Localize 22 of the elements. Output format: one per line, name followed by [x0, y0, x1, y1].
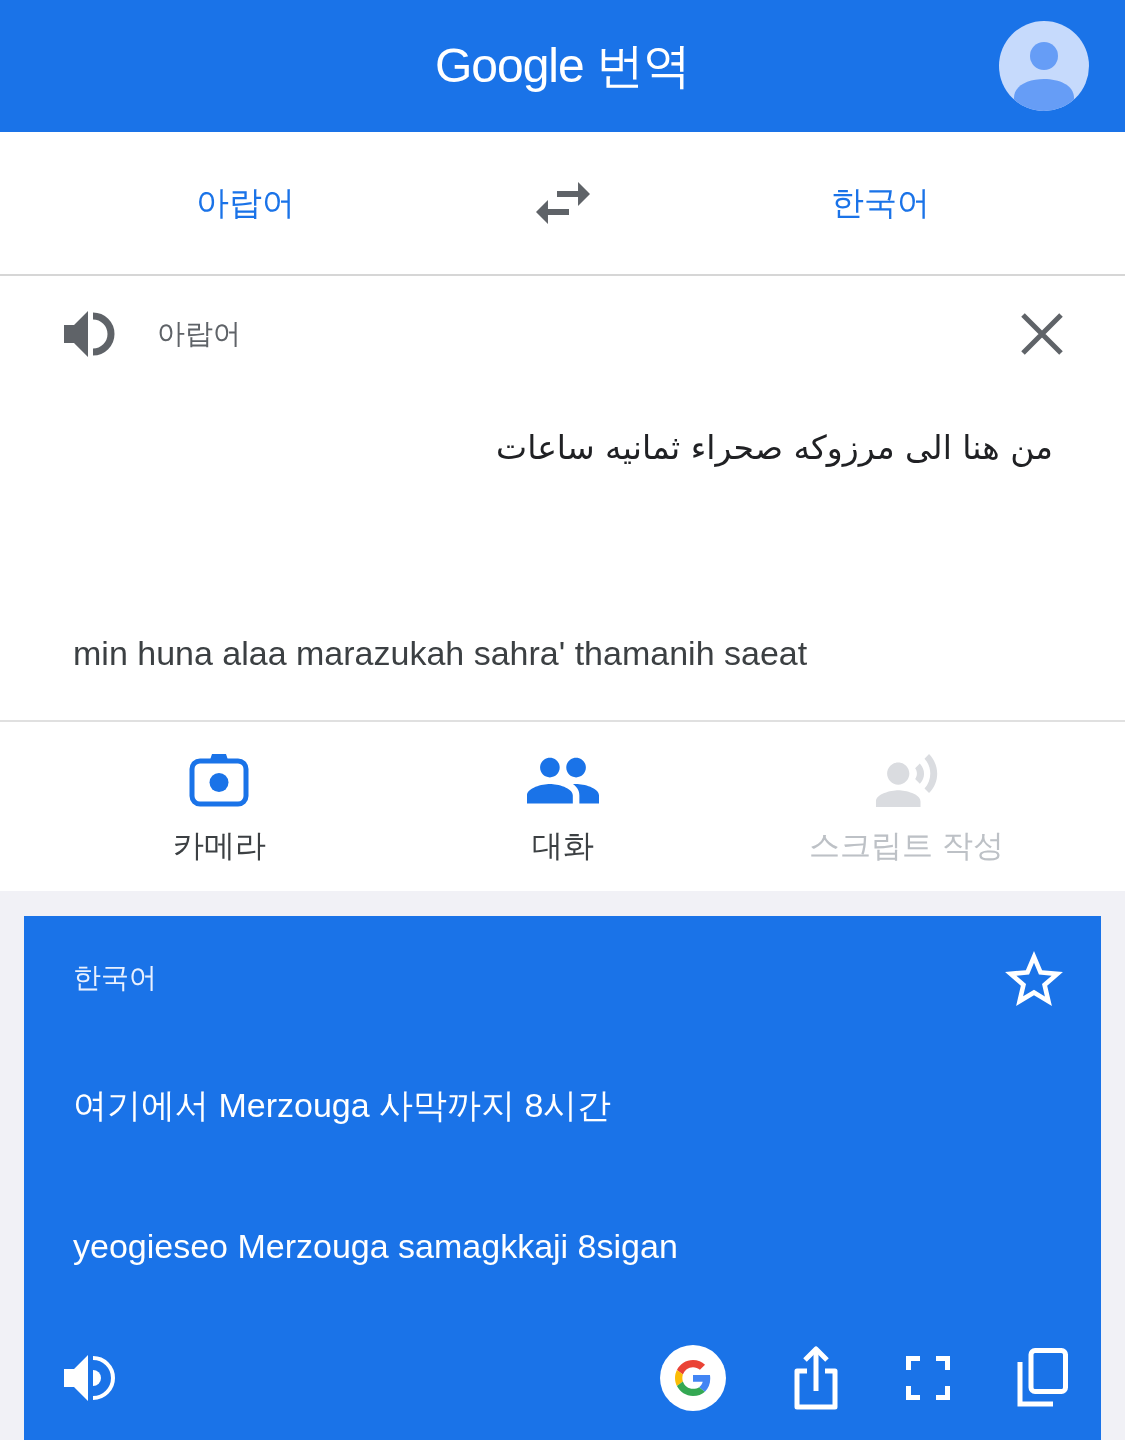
- source-transliteration: min huna alaa marazukah sahra' thamanih saeat: [73, 633, 808, 674]
- result-transliteration: yeogieseo Merzouga samagkkaji 8sigan: [73, 1226, 678, 1267]
- fullscreen-icon[interactable]: [906, 1356, 950, 1400]
- app-title: Google 번역: [434, 38, 691, 94]
- g-logo-icon[interactable]: [660, 1345, 726, 1411]
- avatar-icon[interactable]: [999, 21, 1089, 111]
- share-icon[interactable]: [792, 1345, 840, 1411]
- input-language-label: 아랍어: [157, 317, 241, 351]
- star-icon[interactable]: [1005, 950, 1063, 1006]
- result-language-label: 한국어: [73, 961, 157, 995]
- source-language-button[interactable]: 아랍어: [195, 181, 295, 225]
- two-people-icon: [527, 755, 599, 805]
- source-text: من هنا الى مرزوكه صحراء ثمانيه ساعات: [496, 427, 1053, 469]
- target-language-button[interactable]: 한국어: [831, 181, 930, 225]
- copy-icon[interactable]: [1016, 1348, 1068, 1408]
- camera-button[interactable]: 카메라: [172, 753, 266, 866]
- close-icon[interactable]: [1021, 313, 1063, 355]
- camera-icon: [189, 753, 249, 807]
- person-speaking-icon: [873, 753, 940, 807]
- conversation-button[interactable]: 대화: [527, 753, 599, 866]
- swap-arrows-icon[interactable]: [536, 182, 590, 224]
- translated-text: 여기에서 Merzouga 사막까지 8시간: [73, 1085, 612, 1126]
